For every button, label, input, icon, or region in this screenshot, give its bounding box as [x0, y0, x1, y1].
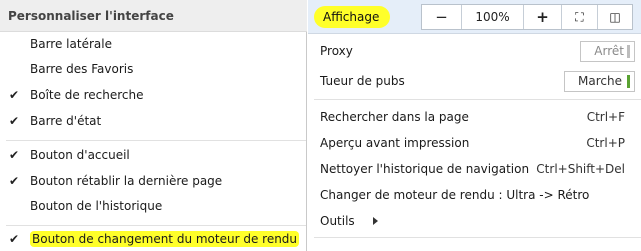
toggle-indicator: [627, 75, 630, 88]
menu-separator: [314, 99, 641, 100]
zoom-controls: − 100% + ⛶ ◫: [421, 4, 633, 30]
menu-item-label: Bouton d'accueil: [30, 148, 130, 162]
checkmark-icon: ✔: [9, 232, 20, 246]
shortcut-label: Ctrl+Shift+Del: [536, 162, 625, 176]
menu-item-switch-engine[interactable]: Changer de moteur de rendu : Ultra -> Ré…: [308, 182, 641, 208]
menu-item-print-preview[interactable]: Aperçu avant impression Ctrl+P: [308, 130, 641, 156]
menu-item-clear-history[interactable]: Nettoyer l'historique de navigation Ctrl…: [308, 156, 641, 182]
menu-item-label: Bouton de changement du moteur de rendu: [30, 226, 300, 251]
menu-separator: [314, 237, 641, 238]
adblock-toggle[interactable]: Marche: [564, 71, 635, 92]
view-menu-label: Affichage: [314, 6, 391, 28]
menu-item-label: Proxy: [320, 44, 353, 58]
menu-item-find-in-page[interactable]: Rechercher dans la page Ctrl+F: [308, 104, 641, 130]
sidebar-icon: ◫: [609, 10, 621, 24]
checkmark-icon: ✔: [9, 148, 20, 162]
menu-item-label: Nettoyer l'historique de navigation: [320, 162, 530, 176]
menu-separator: [6, 140, 306, 141]
menu-item-history-button[interactable]: Bouton de l'historique: [0, 193, 306, 219]
menu-item-label: Barre des Favoris: [30, 62, 134, 76]
main-menu: Affichage − 100% + ⛶ ◫ Proxy Arrêt Tueur…: [308, 0, 641, 251]
checkmark-icon: ✔: [9, 88, 20, 102]
menu-item-engine-switch-button[interactable]: ✔ Bouton de changement du moteur de rend…: [0, 226, 306, 251]
menu-item-label: Rechercher dans la page: [320, 110, 469, 124]
menu-item-label: Outils: [320, 214, 355, 228]
fullscreen-icon: ⛶: [575, 10, 584, 24]
zoom-out-button[interactable]: −: [422, 5, 462, 29]
menu-item-label: Boîte de recherche: [30, 88, 144, 102]
menu-item-label: Tueur de pubs: [320, 74, 405, 88]
submenu-header: Personnaliser l'interface: [0, 0, 307, 32]
view-toolbar: Affichage − 100% + ⛶ ◫: [308, 0, 641, 34]
menu-item-sidebar[interactable]: Barre latérale: [0, 31, 306, 57]
zoom-in-button[interactable]: +: [524, 5, 562, 29]
fullscreen-button[interactable]: ⛶: [562, 5, 598, 29]
submenu-arrow-icon: [373, 217, 378, 225]
menu-item-search-box[interactable]: ✔ Boîte de recherche: [0, 82, 306, 108]
toggle-label: Arrêt: [594, 44, 624, 58]
menu-item-proxy[interactable]: Proxy Arrêt: [308, 38, 641, 64]
menu-item-status-bar[interactable]: ✔ Barre d'état: [0, 108, 306, 134]
sidebar-toggle-button[interactable]: ◫: [598, 5, 632, 29]
menu-item-label: Aperçu avant impression: [320, 136, 470, 150]
toggle-label: Marche: [578, 74, 622, 88]
menu-item-adblock[interactable]: Tueur de pubs Marche: [308, 68, 641, 94]
menu-item-label: Bouton de l'historique: [30, 199, 163, 213]
menu-item-favorites-bar[interactable]: Barre des Favoris: [0, 56, 306, 82]
shortcut-label: Ctrl+F: [586, 110, 625, 124]
shortcut-label: Ctrl+P: [586, 136, 625, 150]
menu-item-label: Barre d'état: [30, 114, 102, 128]
menu-item-label: Changer de moteur de rendu : Ultra -> Ré…: [320, 188, 590, 202]
menu-item-label: Bouton rétablir la dernière page: [30, 174, 223, 188]
proxy-toggle[interactable]: Arrêt: [580, 41, 635, 62]
checkmark-icon: ✔: [9, 174, 20, 188]
zoom-level: 100%: [462, 5, 524, 29]
menu-item-tools[interactable]: Outils: [308, 208, 641, 234]
checkmark-icon: ✔: [9, 114, 20, 128]
menu-item-home-button[interactable]: ✔ Bouton d'accueil: [0, 142, 306, 168]
menu-item-restore-page-button[interactable]: ✔ Bouton rétablir la dernière page: [0, 168, 306, 194]
customize-interface-submenu: Personnaliser l'interface Barre latérale…: [0, 0, 307, 251]
highlighted-label: Bouton de changement du moteur de rendu: [30, 231, 300, 247]
menu-item-label: Barre latérale: [30, 37, 112, 51]
toggle-indicator: [627, 45, 630, 58]
